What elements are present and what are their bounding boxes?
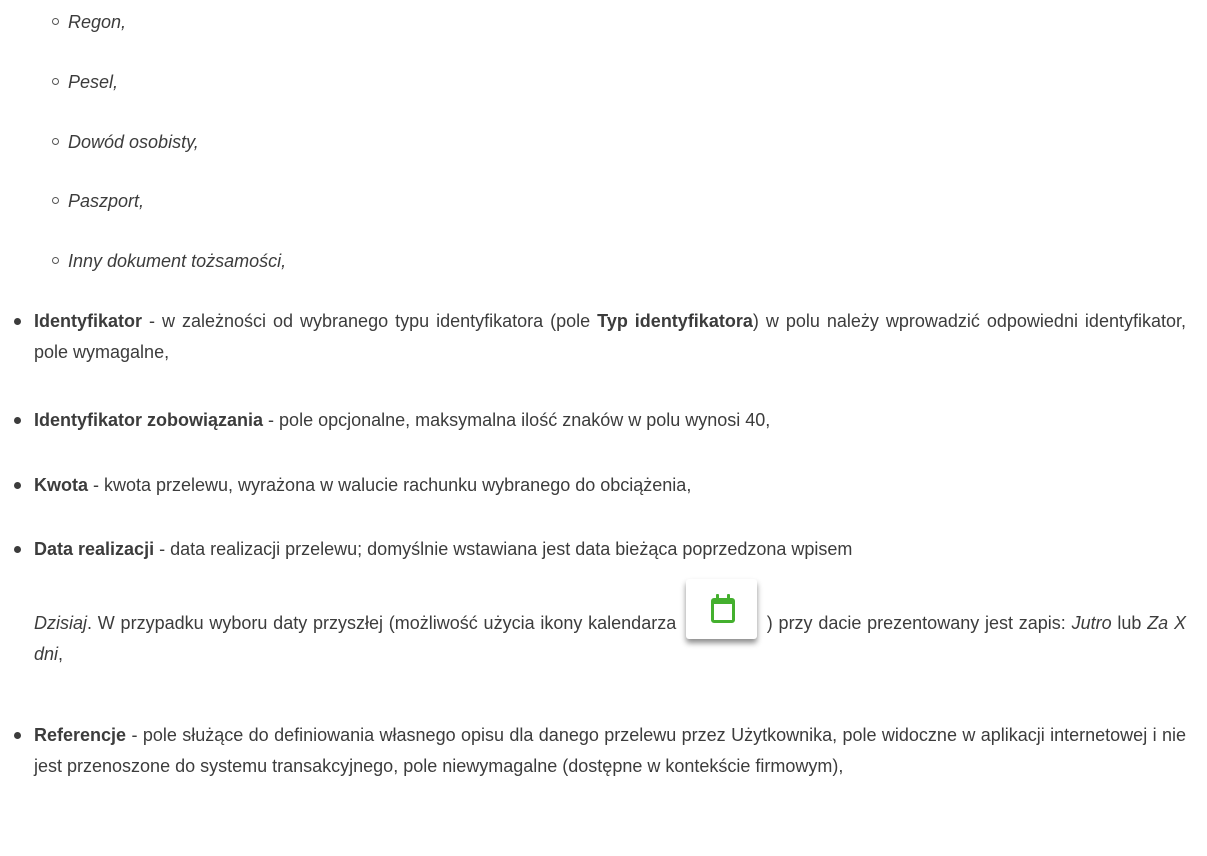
bullet-icon [14,546,21,553]
list-item-data-realizacji: Data realizacji - data realizacji przele… [14,534,1186,565]
sub-list-item-regon: Regon, [52,10,126,34]
item-text: Kwota - kwota przelewu, wyrażona w waluc… [34,475,692,495]
item-text-continued: Dzisiaj. W przypadku wyboru daty przyszł… [34,579,1186,670]
list-item-identyfikator: Identyfikator - w zależności od wybraneg… [14,306,1186,368]
circle-bullet-icon [52,77,59,85]
item-text: Referencje - pole służące do definiowani… [34,725,1186,776]
item-text: Data realizacji - data realizacji przele… [34,534,1186,565]
bullet-icon [14,482,21,489]
item-text: Identyfikator zobowiązania - pole opcjon… [34,410,771,430]
list-item-identyfikator-zobowiazania: Identyfikator zobowiązania - pole opcjon… [14,405,1186,436]
item-first-line: Data realizacji - data realizacji przele… [34,539,853,559]
sub-list-item-inny-dokument: Inny dokument tożsamości, [52,249,286,273]
circle-bullet-icon [52,196,59,204]
list-item-data-realizacji-cont: Dzisiaj. W przypadku wyboru daty przyszł… [14,579,1186,670]
item-text: Identyfikator - w zależności od wybraneg… [34,311,1186,362]
bullet-icon [14,732,21,739]
circle-bullet-icon [52,17,59,25]
calendar-button[interactable] [686,579,757,639]
bullet-icon [14,318,21,325]
sub-list-item-paszport: Paszport, [52,189,144,213]
list-item-referencje: Referencje - pole służące do definiowani… [14,720,1186,782]
list-item-kwota: Kwota - kwota przelewu, wyrażona w waluc… [14,470,1186,501]
circle-bullet-icon [52,256,59,264]
calendar-icon [711,594,735,623]
circle-bullet-icon [52,137,59,145]
bullet-icon [14,417,21,424]
sub-list-item-dowod: Dowód osobisty, [52,130,199,154]
sub-list-item-pesel: Pesel, [52,70,118,94]
